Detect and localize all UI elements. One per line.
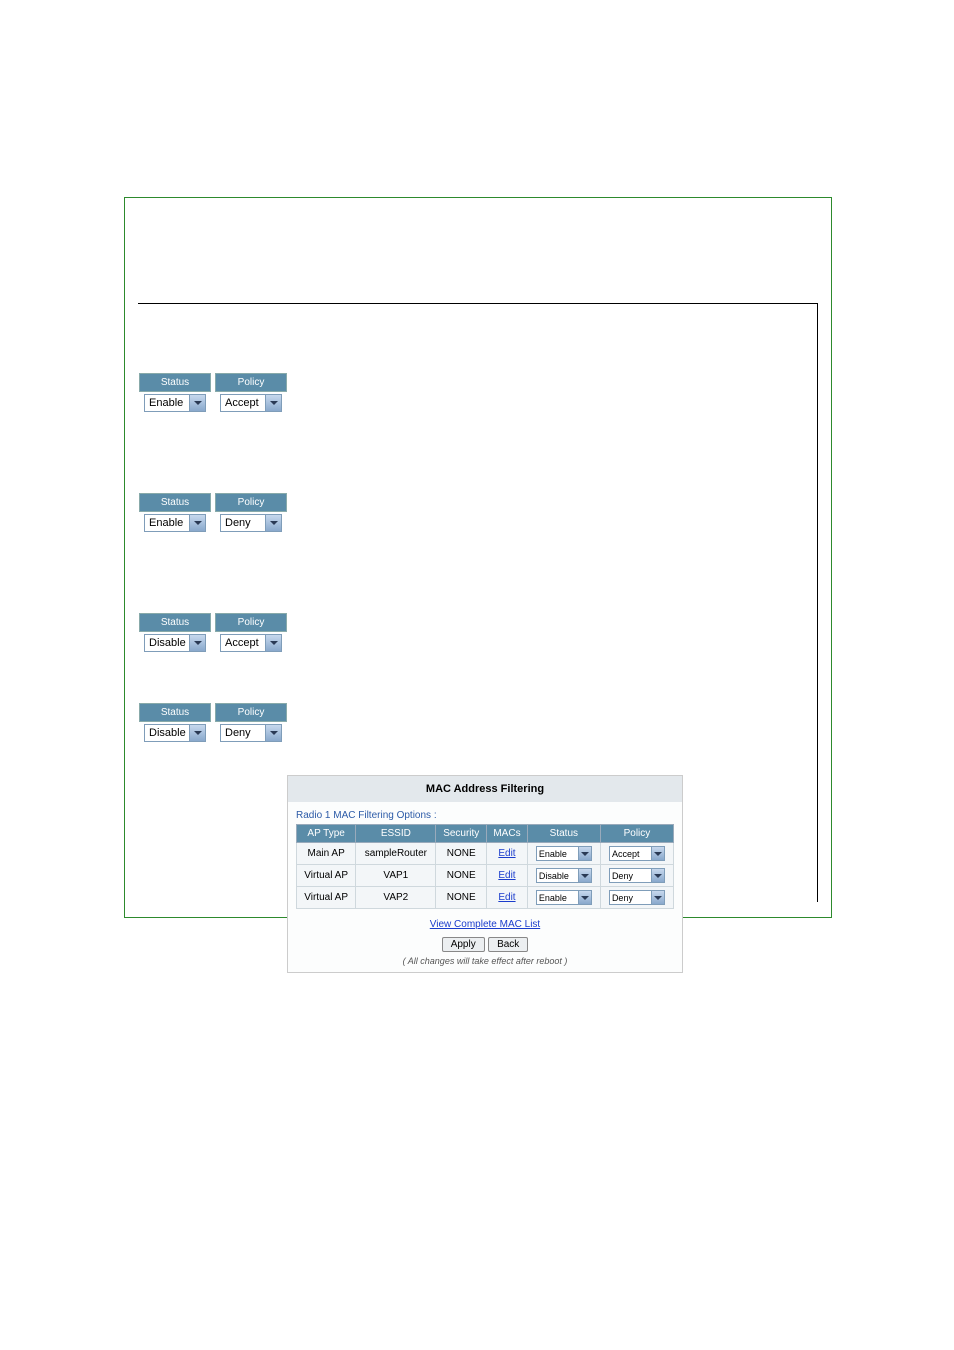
header-status: Status (139, 493, 211, 512)
status-select[interactable]: Disable (144, 634, 206, 652)
chevron-down-icon (651, 847, 664, 860)
chevron-down-icon (189, 515, 205, 531)
policy-value: Deny (225, 727, 265, 739)
header-status: Status (139, 613, 211, 632)
header-status: Status (139, 703, 211, 722)
status-select[interactable]: Enable (144, 514, 206, 532)
table-row: Main AP sampleRouter NONE Edit Enable (297, 843, 674, 865)
policy-select[interactable]: Deny (220, 724, 282, 742)
chevron-down-icon (189, 725, 205, 741)
edit-link[interactable]: Edit (498, 848, 515, 859)
config-block-2: Status Policy Enable Deny (139, 493, 305, 534)
status-value: Enable (149, 397, 189, 409)
status-select[interactable]: Enable (144, 394, 206, 412)
row-policy-select[interactable]: Deny (609, 890, 665, 905)
table-row: Virtual AP VAP1 NONE Edit Disable (297, 865, 674, 887)
cell-security: NONE (436, 865, 487, 887)
row-policy-select[interactable]: Accept (609, 846, 665, 861)
status-value: Disable (149, 637, 189, 649)
config-block-4: Status Policy Disable Deny (139, 703, 305, 744)
edit-link[interactable]: Edit (498, 892, 515, 903)
config-block-1: Status Policy Enable Accept (139, 373, 305, 414)
policy-value: Deny (225, 517, 265, 529)
status-value: Disable (149, 727, 189, 739)
chevron-down-icon (189, 635, 205, 651)
status-value: Enable (149, 517, 189, 529)
chevron-down-icon (578, 891, 591, 904)
col-macs: MACs (487, 825, 528, 843)
policy-select[interactable]: Accept (220, 394, 282, 412)
page-frame: Status Policy Enable Accept Status Polic… (124, 197, 832, 918)
policy-value: Accept (225, 397, 265, 409)
header-policy: Policy (215, 613, 287, 632)
panel-title: MAC Address Filtering (288, 776, 682, 802)
cell-security: NONE (436, 887, 487, 909)
col-essid: ESSID (356, 825, 436, 843)
chevron-down-icon (651, 891, 664, 904)
edit-link[interactable]: Edit (498, 870, 515, 881)
chevron-down-icon (578, 847, 591, 860)
table-row: Virtual AP VAP2 NONE Edit Enable (297, 887, 674, 909)
chevron-down-icon (265, 395, 281, 411)
chevron-down-icon (265, 515, 281, 531)
row-status-select[interactable]: Enable (536, 890, 592, 905)
policy-select[interactable]: Accept (220, 634, 282, 652)
reboot-note: ( All changes will take effect after reb… (296, 956, 674, 966)
cell-ap-type: Virtual AP (297, 887, 356, 909)
header-policy: Policy (215, 373, 287, 392)
row-policy-select[interactable]: Deny (609, 868, 665, 883)
options-label: Radio 1 MAC Filtering Options : (296, 810, 674, 821)
chevron-down-icon (189, 395, 205, 411)
config-block-3: Status Policy Disable Accept (139, 613, 305, 654)
col-ap-type: AP Type (297, 825, 356, 843)
apply-button[interactable]: Apply (442, 937, 485, 952)
cell-essid: VAP2 (356, 887, 436, 909)
col-security: Security (436, 825, 487, 843)
policy-select[interactable]: Deny (220, 514, 282, 532)
cell-ap-type: Virtual AP (297, 865, 356, 887)
status-select[interactable]: Disable (144, 724, 206, 742)
header-policy: Policy (215, 493, 287, 512)
chevron-down-icon (265, 635, 281, 651)
back-button[interactable]: Back (488, 937, 528, 952)
policy-value: Accept (225, 637, 265, 649)
chevron-down-icon (265, 725, 281, 741)
row-status-select[interactable]: Disable (536, 868, 592, 883)
chevron-down-icon (651, 869, 664, 882)
mac-filter-panel: MAC Address Filtering Radio 1 MAC Filter… (287, 775, 683, 973)
row-status-select[interactable]: Enable (536, 846, 592, 861)
cell-ap-type: Main AP (297, 843, 356, 865)
header-policy: Policy (215, 703, 287, 722)
cell-security: NONE (436, 843, 487, 865)
cell-essid: sampleRouter (356, 843, 436, 865)
view-complete-link[interactable]: View Complete MAC List (296, 919, 674, 930)
header-status: Status (139, 373, 211, 392)
filter-table: AP Type ESSID Security MACs Status Polic… (296, 824, 674, 909)
chevron-down-icon (578, 869, 591, 882)
col-status: Status (527, 825, 600, 843)
col-policy: Policy (600, 825, 673, 843)
cell-essid: VAP1 (356, 865, 436, 887)
